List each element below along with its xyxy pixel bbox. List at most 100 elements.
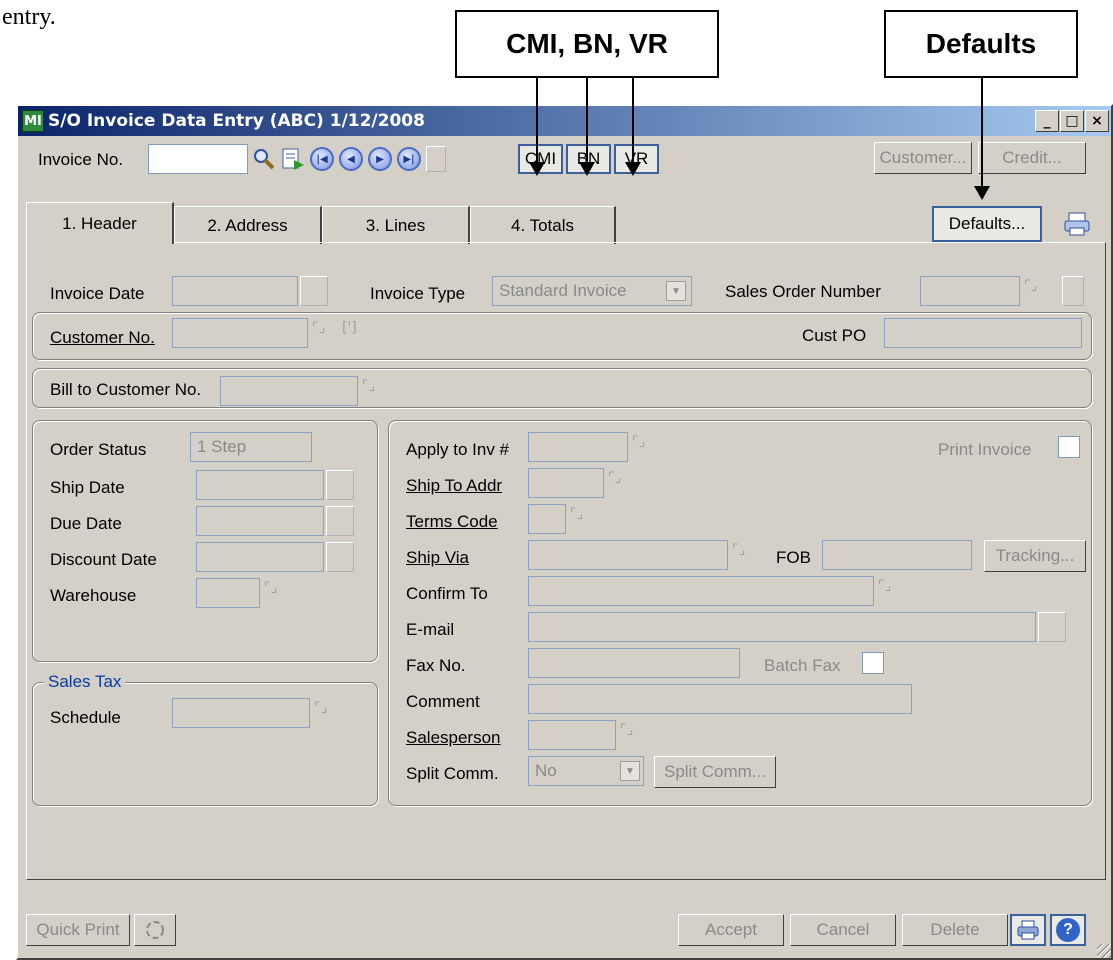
discount-date-field[interactable] — [196, 542, 324, 572]
ship-to-addr-label[interactable]: Ship To Addr — [406, 476, 502, 496]
apply-to-inv-label: Apply to Inv # — [406, 440, 510, 459]
tab-totals[interactable]: 4. Totals — [470, 206, 616, 244]
invoice-type-dropdown-icon[interactable]: ▼ — [666, 281, 686, 301]
sales-order-extra-button[interactable] — [1062, 276, 1084, 306]
confirm-to-field[interactable] — [528, 576, 874, 606]
comment-label: Comment — [406, 692, 480, 711]
next-number-icon[interactable] — [280, 146, 306, 172]
next-record-icon[interactable]: ▶ — [368, 147, 392, 171]
resize-grip[interactable] — [1097, 944, 1111, 958]
due-date-calendar-button[interactable] — [326, 506, 354, 536]
quick-print-options-button[interactable] — [134, 914, 176, 946]
terms-code-field[interactable] — [528, 504, 566, 534]
invoice-type-select[interactable]: Standard Invoice — [492, 276, 692, 306]
terms-code-label[interactable]: Terms Code — [406, 512, 498, 532]
blank-toolbar-button[interactable] — [426, 146, 446, 172]
ship-to-addr-lookup-icon[interactable]: ⌜⌟ — [608, 470, 626, 492]
sales-tax-legend: Sales Tax — [44, 672, 126, 692]
fax-no-field[interactable] — [528, 648, 740, 678]
comment-field[interactable] — [528, 684, 912, 714]
invoice-date-calendar-button[interactable] — [300, 276, 328, 306]
batch-fax-checkbox[interactable] — [862, 652, 884, 674]
split-comm-dropdown-icon[interactable]: ▼ — [620, 761, 640, 781]
split-comm-label: Split Comm. — [406, 764, 499, 783]
email-label: E-mail — [406, 620, 455, 639]
credit-button[interactable]: Credit... — [978, 142, 1086, 174]
customer-no-label[interactable]: Customer No. — [50, 328, 155, 348]
discount-date-label: Discount Date — [50, 550, 157, 569]
salesperson-lookup-icon[interactable]: ⌜⌟ — [620, 722, 638, 744]
warehouse-label: Warehouse — [50, 586, 137, 605]
customer-no-lookup-icon[interactable]: ⌜⌟ — [312, 320, 330, 342]
tracking-button[interactable]: Tracking... — [984, 540, 1086, 572]
split-comm-button[interactable]: Split Comm... — [654, 756, 776, 788]
quick-print-button[interactable]: Quick Print — [26, 914, 130, 946]
sales-order-number-field[interactable] — [920, 276, 1020, 306]
order-status-field[interactable]: 1 Step — [190, 432, 312, 462]
confirm-to-lookup-icon[interactable]: ⌜⌟ — [878, 578, 896, 600]
email-button[interactable] — [1038, 612, 1066, 642]
title-bar[interactable]: MI S/O Invoice Data Entry (ABC) 1/12/200… — [18, 106, 1111, 136]
apply-to-inv-lookup-icon[interactable]: ⌜⌟ — [632, 434, 650, 456]
invoice-date-field[interactable] — [172, 276, 298, 306]
ship-via-lookup-icon[interactable]: ⌜⌟ — [732, 542, 750, 564]
fob-field[interactable] — [822, 540, 972, 570]
bn-button[interactable]: BN — [566, 144, 611, 174]
schedule-field[interactable] — [172, 698, 310, 728]
schedule-lookup-icon[interactable]: ⌜⌟ — [314, 700, 332, 722]
warehouse-lookup-icon[interactable]: ⌜⌟ — [264, 580, 282, 602]
schedule-label: Schedule — [50, 708, 121, 727]
sales-order-number-label: Sales Order Number — [725, 282, 881, 301]
email-field[interactable] — [528, 612, 1036, 642]
sales-order-lookup-icon[interactable]: ⌜⌟ — [1024, 278, 1042, 300]
accept-button[interactable]: Accept — [678, 914, 784, 946]
help-icon: ? — [1056, 918, 1080, 942]
salesperson-field[interactable] — [528, 720, 616, 750]
customer-no-field[interactable] — [172, 318, 308, 348]
ship-to-addr-field[interactable] — [528, 468, 604, 498]
due-date-field[interactable] — [196, 506, 324, 536]
warehouse-field[interactable] — [196, 578, 260, 608]
cancel-button[interactable]: Cancel — [790, 914, 896, 946]
defaults-button[interactable]: Defaults... — [932, 206, 1042, 242]
tab-lines[interactable]: 3. Lines — [322, 206, 470, 244]
bill-to-customer-no-label: Bill to Customer No. — [50, 380, 202, 399]
confirm-to-label: Confirm To — [406, 584, 488, 603]
terms-code-lookup-icon[interactable]: ⌜⌟ — [570, 506, 588, 528]
printer-setup-icon[interactable] — [1062, 210, 1092, 238]
print-invoice-checkbox[interactable] — [1058, 436, 1080, 458]
salesperson-label[interactable]: Salesperson — [406, 728, 501, 748]
ship-date-calendar-button[interactable] — [326, 470, 354, 500]
invoice-no-input[interactable] — [148, 144, 248, 174]
tab-header[interactable]: 1. Header — [26, 202, 174, 244]
print-button[interactable] — [1010, 914, 1046, 946]
last-record-icon[interactable]: ▶| — [397, 147, 421, 171]
delete-button[interactable]: Delete — [902, 914, 1008, 946]
ship-via-field[interactable] — [528, 540, 728, 570]
bill-to-lookup-icon[interactable]: ⌜⌟ — [362, 378, 380, 400]
help-button[interactable]: ? — [1050, 914, 1086, 946]
ship-via-label[interactable]: Ship Via — [406, 548, 469, 568]
circle-icon — [146, 921, 164, 939]
invoice-date-label: Invoice Date — [50, 284, 145, 303]
customer-no-memo-icon[interactable]: ['] — [342, 320, 360, 342]
bill-to-customer-no-field[interactable] — [220, 376, 358, 406]
cmi-button[interactable]: CMI — [518, 144, 563, 174]
vr-button[interactable]: VR — [614, 144, 659, 174]
invoice-no-label: Invoice No. — [38, 150, 124, 169]
maximize-button[interactable]: □ — [1060, 110, 1084, 132]
fax-no-label: Fax No. — [406, 656, 466, 675]
close-button[interactable]: × — [1085, 110, 1109, 132]
cust-po-field[interactable] — [884, 318, 1082, 348]
ship-date-field[interactable] — [196, 470, 324, 500]
printer-icon — [1017, 920, 1039, 940]
previous-record-icon[interactable]: ◀ — [339, 147, 363, 171]
tab-address[interactable]: 2. Address — [174, 206, 322, 244]
first-record-icon[interactable]: |◀ — [310, 147, 334, 171]
discount-date-calendar-button[interactable] — [326, 542, 354, 572]
document-text: entry. — [2, 4, 56, 30]
minimize-button[interactable]: _ — [1035, 110, 1059, 132]
search-icon[interactable] — [251, 146, 277, 172]
apply-to-inv-field[interactable] — [528, 432, 628, 462]
customer-button[interactable]: Customer... — [874, 142, 972, 174]
